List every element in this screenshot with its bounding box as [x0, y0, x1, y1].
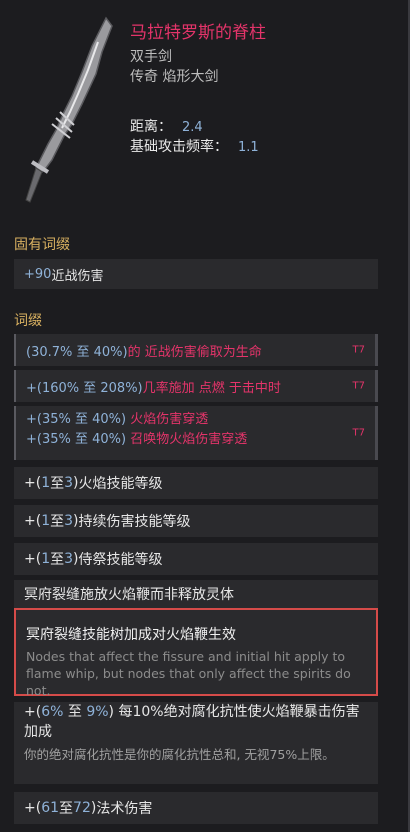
- highlighted-affix-description: Nodes that affect the fissure and initia…: [26, 649, 351, 698]
- stat-attack-speed: 基础攻击频率： 1.1: [130, 136, 259, 156]
- affix-line: +(35% 至 40%) 召唤物火焰伤害穿透: [26, 430, 365, 450]
- flame-greatsword-icon: [25, 16, 113, 203]
- affix-to: 至: [50, 552, 65, 568]
- affix-low: 6%: [41, 704, 64, 720]
- affix-row-fire-skills: +(1 至 3) 火焰技能等级: [14, 467, 378, 499]
- affix-row-spell-damage: +(61 至 72) 法术伤害: [14, 792, 378, 824]
- affix-low: 1: [41, 513, 51, 529]
- affix-range: +(160% 至 208%): [26, 380, 143, 396]
- item-subtype: 传奇 焰形大剑: [130, 69, 219, 85]
- affix-high: 9%: [86, 704, 109, 720]
- implicit-text: 近战伤害: [51, 268, 104, 284]
- item-header: 马拉特罗斯的脊柱 双手剑 传奇 焰形大剑 距离： 2.4 基础攻击频率： 1.1: [0, 0, 396, 215]
- item-tooltip: 马拉特罗斯的脊柱 双手剑 传奇 焰形大剑 距离： 2.4 基础攻击频率： 1.1 固…: [0, 0, 410, 832]
- affix-text: 火焰伤害穿透: [126, 412, 209, 427]
- affix-high: 3: [64, 475, 74, 491]
- affix-row-corruption-crit: +(6% 至 9%) 每10%绝对腐化抗性使火焰鞭暴击伤害加成 你的绝对腐化抗性…: [14, 702, 378, 784]
- affix-to: 至: [63, 704, 87, 720]
- affix-to: 至: [59, 801, 74, 817]
- affix-high: 3: [64, 551, 74, 567]
- affix-range: +(35% 至 40%): [26, 432, 127, 447]
- affix-text: 法术伤害: [96, 801, 153, 817]
- affix-row-dot-skills: +(1 至 3) 持续伤害技能等级: [14, 505, 378, 537]
- stat-range-value: 2.4: [182, 120, 203, 135]
- affix-plus: +(: [24, 475, 42, 491]
- affix-text: 召唤物火焰伤害穿透: [126, 432, 248, 447]
- highlighted-affix-box: 冥府裂缝技能树加成对火焰鞭生效 Nodes that affect the fi…: [14, 608, 378, 698]
- affix-text: 持续伤害技能等级: [78, 514, 191, 530]
- affix-text: 侍祭技能等级: [78, 552, 163, 568]
- tier-badge: T7: [352, 427, 365, 439]
- affix-row-penetration: +(35% 至 40%) 火焰伤害穿透 +(35% 至 40%) 召唤物火焰伤害…: [14, 406, 378, 460]
- corruption-crit-description: 你的绝对腐化抗性是你的腐化抗性总和, 无视75%上限。: [24, 747, 335, 762]
- affix-plus: +(: [24, 551, 42, 567]
- item-type: 双手剑: [130, 49, 172, 65]
- tier-badge: T7: [352, 380, 365, 392]
- implicit-value: +90: [24, 266, 52, 282]
- implicit-section-title: 固有词缀: [14, 237, 70, 253]
- affix-row-leech: (30.7% 至 40%) 的 近战伤害偷取为生命 T7: [14, 334, 378, 366]
- affix-low: 1: [41, 551, 51, 567]
- item-name: 马拉特罗斯的脊柱: [130, 23, 266, 43]
- affix-to: 至: [50, 514, 65, 530]
- affix-low: 61: [41, 800, 60, 816]
- affix-high: 3: [64, 513, 74, 529]
- affix-low: 1: [41, 475, 51, 491]
- affix-range: (30.7% 至 40%): [26, 344, 128, 360]
- affix-plus: +(: [24, 800, 42, 816]
- affix-text: 几率施加 点燃 于击中时: [142, 380, 281, 396]
- stat-attack-speed-value: 1.1: [238, 140, 259, 155]
- special-affix-text: 冥府裂缝施放火焰鞭而非释放灵体: [24, 587, 234, 603]
- highlighted-affix-title: 冥府裂缝技能树加成对火焰鞭生效: [26, 627, 236, 643]
- affix-section-title: 词缀: [14, 313, 42, 329]
- stat-range: 距离： 2.4: [130, 116, 203, 136]
- affix-text: 火焰技能等级: [78, 476, 163, 492]
- special-affix-row: 冥府裂缝施放火焰鞭而非释放灵体: [14, 580, 378, 608]
- stat-attack-speed-label: 基础攻击频率：: [130, 139, 228, 155]
- affix-range: +(35% 至 40%): [26, 412, 127, 427]
- stat-range-label: 距离：: [130, 119, 172, 135]
- affix-text: 的 近战伤害偷取为生命: [127, 344, 262, 360]
- tier-badge: T7: [352, 344, 365, 356]
- corruption-crit-main: +(6% 至 9%) 每10%绝对腐化抗性使火焰鞭暴击伤害加成: [24, 702, 368, 742]
- affix-to: 至: [50, 476, 65, 492]
- affix-line: +(35% 至 40%) 火焰伤害穿透: [26, 410, 365, 430]
- affix-row-ignite: +(160% 至 208%) 几率施加 点燃 于击中时 T7: [14, 370, 378, 402]
- affix-plus: +(: [24, 704, 42, 720]
- affix-high: 72: [73, 800, 91, 816]
- affix-row-acolyte-skills: +(1 至 3) 侍祭技能等级: [14, 543, 378, 575]
- implicit-row: +90 近战伤害: [14, 259, 378, 289]
- affix-plus: +(: [24, 513, 42, 529]
